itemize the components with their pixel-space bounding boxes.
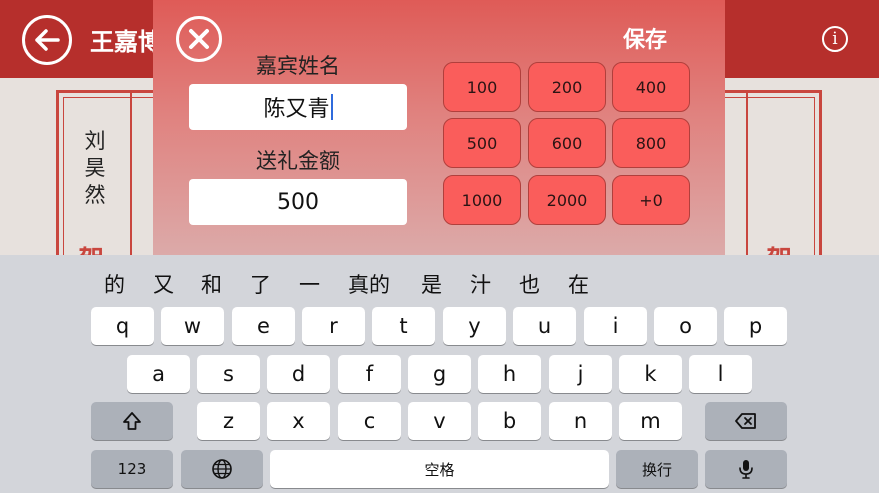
key-o[interactable]: o: [654, 307, 717, 345]
key-y[interactable]: y: [443, 307, 506, 345]
ledger-column-divider: [746, 90, 748, 255]
key-v[interactable]: v: [408, 402, 471, 440]
amount-button-800[interactable]: 800: [612, 118, 690, 168]
key-i[interactable]: i: [584, 307, 647, 345]
candidate-word[interactable]: 和: [201, 269, 222, 299]
candidate-word[interactable]: 的: [104, 269, 125, 299]
backspace-icon: [735, 413, 756, 429]
back-button[interactable]: [22, 15, 72, 65]
candidate-word[interactable]: 汁: [470, 269, 491, 299]
delete-key[interactable]: [705, 402, 787, 440]
key-x[interactable]: x: [267, 402, 330, 440]
save-button[interactable]: 保存: [623, 22, 667, 54]
key-h[interactable]: h: [478, 355, 541, 393]
amount-button-plus0[interactable]: +0: [612, 175, 690, 225]
key-s[interactable]: s: [197, 355, 260, 393]
add-gift-modal: 保存 嘉宾姓名 陈又青 送礼金额 500 100 200 400 500 600…: [153, 0, 725, 255]
key-d[interactable]: d: [267, 355, 330, 393]
return-key[interactable]: 换行: [616, 450, 698, 488]
guest-name-input[interactable]: 陈又青: [189, 84, 407, 130]
key-u[interactable]: u: [513, 307, 576, 345]
key-j[interactable]: j: [549, 355, 612, 393]
key-m[interactable]: m: [619, 402, 682, 440]
candidate-word[interactable]: 在: [568, 269, 589, 299]
amount-button-500[interactable]: 500: [443, 118, 521, 168]
key-g[interactable]: g: [408, 355, 471, 393]
amount-button-1000[interactable]: 1000: [443, 175, 521, 225]
key-q[interactable]: q: [91, 307, 154, 345]
candidate-word[interactable]: 也: [519, 269, 540, 299]
ios-keyboard: 的 又 和 了 一 真的 是 汁 也 在 q w e r t y u i o p…: [0, 255, 879, 493]
candidate-word[interactable]: 一: [299, 269, 320, 299]
key-a[interactable]: a: [127, 355, 190, 393]
key-f[interactable]: f: [338, 355, 401, 393]
gift-amount-input[interactable]: 500: [189, 179, 407, 225]
key-t[interactable]: t: [372, 307, 435, 345]
ledger-congrats-char: 贺: [78, 240, 104, 255]
numbers-key[interactable]: 123: [91, 450, 173, 488]
dictation-key[interactable]: [705, 450, 787, 488]
key-c[interactable]: c: [338, 402, 401, 440]
space-key[interactable]: 空格: [270, 450, 609, 488]
amount-button-100[interactable]: 100: [443, 62, 521, 112]
info-button[interactable]: i: [822, 26, 848, 52]
candidate-word[interactable]: 真的: [348, 269, 390, 299]
candidate-word[interactable]: 了: [250, 269, 271, 299]
amount-button-600[interactable]: 600: [528, 118, 606, 168]
key-k[interactable]: k: [619, 355, 682, 393]
key-w[interactable]: w: [161, 307, 224, 345]
globe-icon: [212, 459, 232, 479]
amount-button-200[interactable]: 200: [528, 62, 606, 112]
guest-name-label: 嘉宾姓名: [256, 54, 340, 78]
key-r[interactable]: r: [302, 307, 365, 345]
ledger-column-divider: [130, 90, 132, 255]
key-e[interactable]: e: [232, 307, 295, 345]
info-icon: i: [832, 29, 838, 49]
candidate-word[interactable]: 是: [421, 269, 442, 299]
close-icon: [189, 29, 209, 49]
candidate-bar: 的 又 和 了 一 真的 是 汁 也 在: [0, 255, 879, 307]
globe-key[interactable]: [181, 450, 263, 488]
key-b[interactable]: b: [478, 402, 541, 440]
ledger-guest-name[interactable]: 刘 昊 然: [70, 128, 120, 209]
ledger-congrats-char: 贺: [766, 240, 792, 255]
key-n[interactable]: n: [549, 402, 612, 440]
key-z[interactable]: z: [197, 402, 260, 440]
key-p[interactable]: p: [724, 307, 787, 345]
shift-key[interactable]: [91, 402, 173, 440]
back-arrow-icon: [35, 29, 60, 51]
shift-icon: [123, 412, 141, 430]
gift-amount-label: 送礼金额: [256, 149, 340, 173]
text-caret: [330, 94, 333, 120]
amount-button-2000[interactable]: 2000: [528, 175, 606, 225]
microphone-icon: [739, 460, 753, 479]
app-title: 王嘉博: [90, 28, 162, 56]
candidate-word[interactable]: 又: [153, 269, 174, 299]
key-l[interactable]: l: [689, 355, 752, 393]
amount-button-400[interactable]: 400: [612, 62, 690, 112]
